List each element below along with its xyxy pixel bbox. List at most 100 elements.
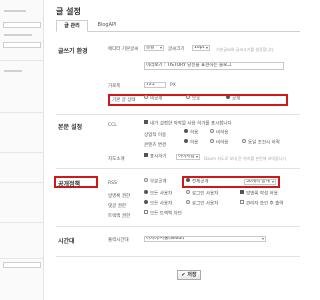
comment-all-label: 모든 사용자 xyxy=(150,201,173,207)
timezone-value: 아시아/서울(Seoul) xyxy=(146,236,185,241)
comment-login-label: 로그인 사용자 xyxy=(192,201,219,207)
radio-selected-icon xyxy=(184,139,188,143)
section-display-label: 본문 설정 xyxy=(58,124,83,131)
modify-allow-label: 허용 xyxy=(190,140,199,146)
guestbook-all-label: 모든 사용자 xyxy=(150,191,173,197)
comment-approve-checkbox[interactable]: 관리자 승인 후 출력 xyxy=(240,200,284,208)
checkbox-checked-icon xyxy=(240,190,244,194)
radio-selected-icon xyxy=(184,129,188,133)
modify-same-label: 동일 조건시 허락 xyxy=(248,140,280,146)
visibility-protected-radio[interactable]: 보호 xyxy=(186,95,201,103)
chevron-down-icon: ▾ xyxy=(271,179,274,184)
sidebar-divider xyxy=(0,182,44,183)
visibility-private-radio[interactable]: 비공개 xyxy=(144,95,163,103)
sidebar-heading xyxy=(4,10,26,12)
preview-text: 미리보기 : TISTORY 당신을 표현하는 블로그 xyxy=(146,63,232,68)
checkbox-icon xyxy=(240,200,244,204)
radio-icon xyxy=(210,139,214,143)
font-face-select[interactable]: 굴림 ▾ xyxy=(144,45,164,51)
save-button[interactable]: ✔ 저장 xyxy=(177,270,201,280)
map-label: 지도소개 xyxy=(108,157,125,162)
page-title: 글 설정 xyxy=(56,7,81,16)
ccl-label: CCL xyxy=(108,123,117,128)
visibility-public-radio[interactable]: 공개 xyxy=(226,95,240,103)
radio-icon xyxy=(210,129,214,133)
width-input[interactable]: 725 xyxy=(144,82,166,88)
timezone-select[interactable]: 아시아/서울(Seoul) ▾ xyxy=(144,236,266,242)
section-divider xyxy=(56,226,300,227)
section-publish-label: 공개정책 xyxy=(58,181,81,188)
rss-partial-radio[interactable]: 부분공개 xyxy=(144,178,167,186)
rss-count-value: 50개씩 공개 xyxy=(246,179,270,184)
radio-selected-icon xyxy=(226,95,230,99)
chevron-down-icon: ▾ xyxy=(261,236,264,241)
sidebar-divider xyxy=(0,60,44,61)
commercial-allow-radio[interactable]: 허용 xyxy=(184,129,199,137)
font-hint: 기본글씨와 글씨크기를 설정합니다 xyxy=(216,47,274,52)
rss-full-radio[interactable]: 전체공개 xyxy=(186,178,209,186)
guestbook-allow-checkbox[interactable]: 방명록 작성 허용 xyxy=(240,190,278,198)
guestbook-all-radio[interactable]: 모든 사용자 xyxy=(144,190,173,198)
rss-partial-label: 부분공개 xyxy=(150,179,167,185)
guestbook-login-radio[interactable]: 로그인 사용자 xyxy=(186,190,219,198)
modify-same-radio[interactable]: 동일 조건시 허락 xyxy=(242,139,280,147)
comment-login-radio[interactable]: 로그인 사용자 xyxy=(186,200,219,208)
ccl-checkbox[interactable]: 내가 설정한 저작물 사용 허가를 표시합니다 xyxy=(144,120,232,128)
radio-icon xyxy=(186,190,190,194)
ccl-check-label: 내가 설정한 저작물 사용 허가를 표시합니다 xyxy=(150,121,232,127)
comment-approve-label: 관리자 승인 후 출력 xyxy=(246,201,284,207)
font-size-select[interactable]: 10pt ▾ xyxy=(192,45,210,51)
section-divider xyxy=(56,256,300,257)
sidebar-item[interactable] xyxy=(4,70,22,72)
map-type-value: 이미지맵 xyxy=(178,154,195,159)
guestbook-login-label: 로그인 사용자 xyxy=(192,191,219,197)
section-divider xyxy=(56,168,300,169)
tab-blogapi[interactable]: BlogAPI xyxy=(92,20,122,32)
radio-icon xyxy=(186,200,190,204)
radio-selected-icon xyxy=(144,200,148,204)
section-divider xyxy=(56,114,300,115)
width-unit: PX xyxy=(170,83,176,88)
visibility-protected-label: 보호 xyxy=(192,96,201,102)
map-checkbox[interactable]: 표시하기 xyxy=(144,153,167,161)
sidebar-field[interactable] xyxy=(3,42,41,48)
modify-deny-label: 비허용 xyxy=(216,140,229,146)
checkbox-checked-icon xyxy=(144,153,148,157)
comment-all-radio[interactable]: 모든 사용자 xyxy=(144,200,173,208)
modify-deny-radio[interactable]: 비허용 xyxy=(210,139,229,147)
radio-icon xyxy=(144,178,148,182)
settings-panel: 글 설정 글 관리 BlogAPI 글쓰기 환경 에디터 기본글씨 굴림 ▾ 글씨… xyxy=(44,0,300,300)
font-label: 에디터 기본글씨 xyxy=(108,47,139,52)
modify-label: 콘텐츠 변경 xyxy=(144,143,167,148)
rss-label: RSS xyxy=(108,181,117,186)
trackback-label: 트랙백 권한 xyxy=(108,214,131,219)
sidebar-item[interactable] xyxy=(4,34,32,36)
commercial-deny-label: 비허용 xyxy=(216,130,229,136)
commercial-label: 상업적 이용 xyxy=(144,133,167,138)
chevron-down-icon: ▾ xyxy=(195,154,198,159)
trackback-block-checkbox[interactable]: 모든 트랙백 차단 xyxy=(144,210,182,218)
sidebar-select[interactable] xyxy=(3,22,41,28)
font-size-label: 글씨크기 xyxy=(168,47,185,52)
map-check-label: 표시하기 xyxy=(150,154,167,160)
trackback-block-label: 모든 트랙백 차단 xyxy=(150,211,182,217)
radio-selected-icon xyxy=(144,190,148,194)
commercial-deny-radio[interactable]: 비허용 xyxy=(210,129,229,137)
visibility-private-label: 비공개 xyxy=(150,96,163,102)
sidebar-divider xyxy=(0,222,44,223)
map-type-select[interactable]: 이미지맵 ▾ xyxy=(176,154,200,160)
modify-allow-radio[interactable]: 허용 xyxy=(184,139,199,147)
map-hint: Daum 지도로 보내 준 위치를 본문에 보여줍니다 xyxy=(204,156,287,161)
chevron-down-icon: ▾ xyxy=(205,45,208,50)
sidebar-field[interactable] xyxy=(3,262,41,268)
radio-selected-icon xyxy=(186,178,190,182)
commercial-allow-label: 허용 xyxy=(190,130,199,136)
rss-count-select[interactable]: 50개씩 공개 ▾ xyxy=(244,179,276,185)
width-label: 가로폭 xyxy=(108,84,121,89)
timezone-label: 출력시간대 xyxy=(108,238,129,243)
width-value: 725 xyxy=(146,82,155,87)
left-sidebar xyxy=(0,0,44,300)
preview-box: 미리보기 : TISTORY 당신을 표현하는 블로그 xyxy=(144,62,284,70)
sidebar-divider xyxy=(0,258,44,259)
tab-post-manage[interactable]: 글 관리 xyxy=(56,20,88,32)
